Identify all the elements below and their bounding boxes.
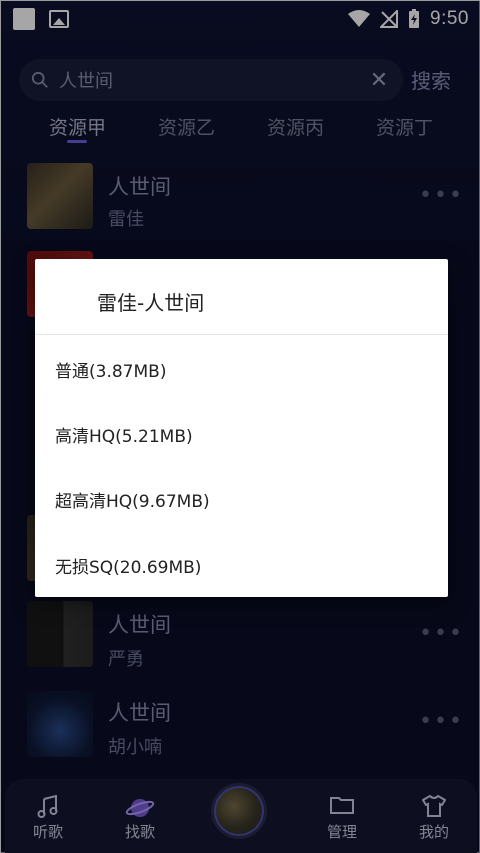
dialog-title: 雷佳-人世间 (97, 291, 205, 315)
quality-option-standard[interactable]: 普通(3.87MB) (55, 349, 425, 389)
quality-dialog: 雷佳-人世间 普通(3.87MB) 高清HQ(5.21MB) 超高清HQ(9.6… (35, 259, 448, 597)
dialog-divider (35, 334, 448, 335)
app-screen: 9:50 ✕ 搜索 资源甲 资源乙 资源丙 资源丁 人世间 雷佳 ••• 人世间… (0, 0, 480, 853)
quality-option-hq[interactable]: 高清HQ(5.21MB) (55, 414, 425, 454)
quality-option-lossless[interactable]: 无损SQ(20.69MB) (55, 545, 425, 585)
quality-option-super-hq[interactable]: 超高清HQ(9.67MB) (55, 479, 425, 519)
